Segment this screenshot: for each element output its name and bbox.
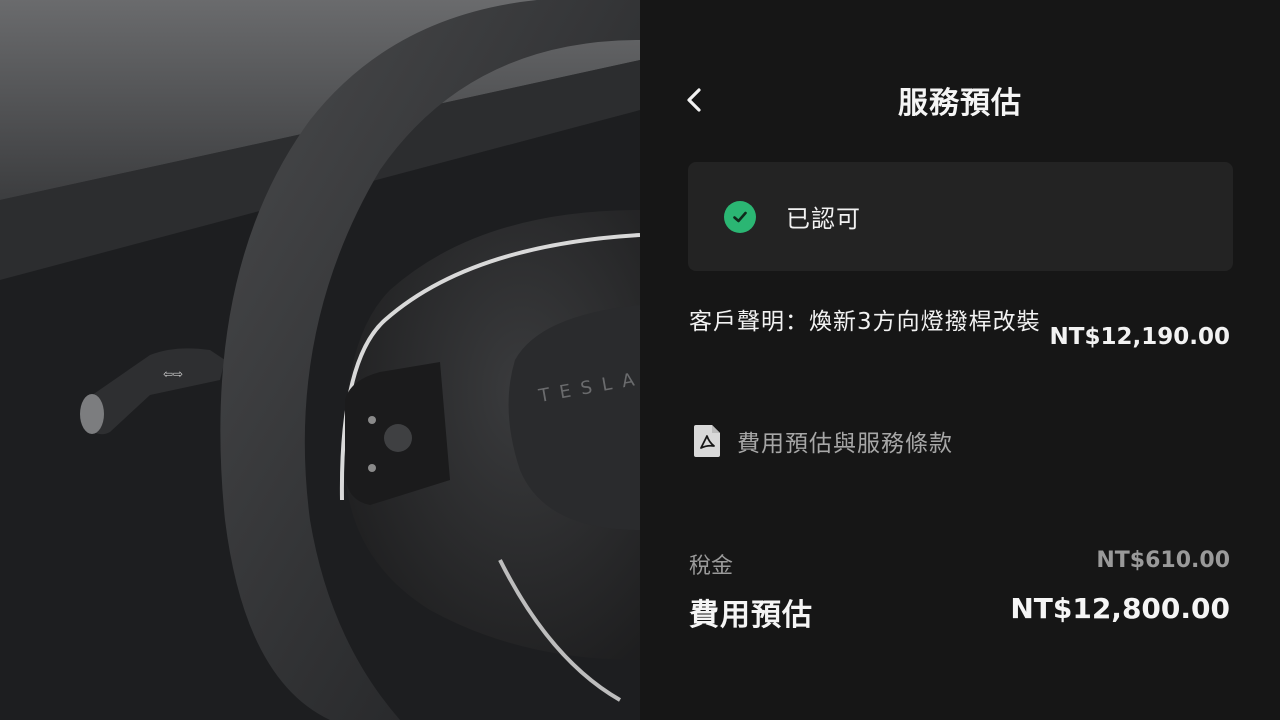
steering-wheel-illustration: ⇦⇨ TESLA bbox=[0, 0, 640, 720]
claim-amount: NT$12,190.00 bbox=[1049, 324, 1230, 350]
total-label: 費用預估 bbox=[689, 598, 813, 633]
tax-amount: NT$610.00 bbox=[1096, 548, 1230, 573]
svg-text:⇦⇨: ⇦⇨ bbox=[163, 367, 183, 381]
status-card: 已認可 bbox=[688, 162, 1233, 271]
screen: ⇦⇨ TESLA 服務預估 已認可 客戶聲明：煥新3方向燈撥桿改裝 NT$12,… bbox=[0, 0, 1280, 720]
steering-wheel-photo: ⇦⇨ TESLA bbox=[0, 0, 640, 720]
total-amount: NT$12,800.00 bbox=[1010, 592, 1230, 625]
pdf-icon bbox=[694, 425, 720, 457]
status-label: 已認可 bbox=[786, 205, 861, 233]
terms-document-link[interactable]: 費用預估與服務條款 bbox=[693, 424, 953, 458]
page-title: 服務預估 bbox=[898, 86, 1022, 121]
claim-description: 客戶聲明：煥新3方向燈撥桿改裝 bbox=[689, 309, 1041, 335]
tax-label: 稅金 bbox=[689, 554, 734, 579]
check-circle-icon bbox=[724, 200, 756, 233]
terms-document-label: 費用預估與服務條款 bbox=[737, 431, 953, 457]
